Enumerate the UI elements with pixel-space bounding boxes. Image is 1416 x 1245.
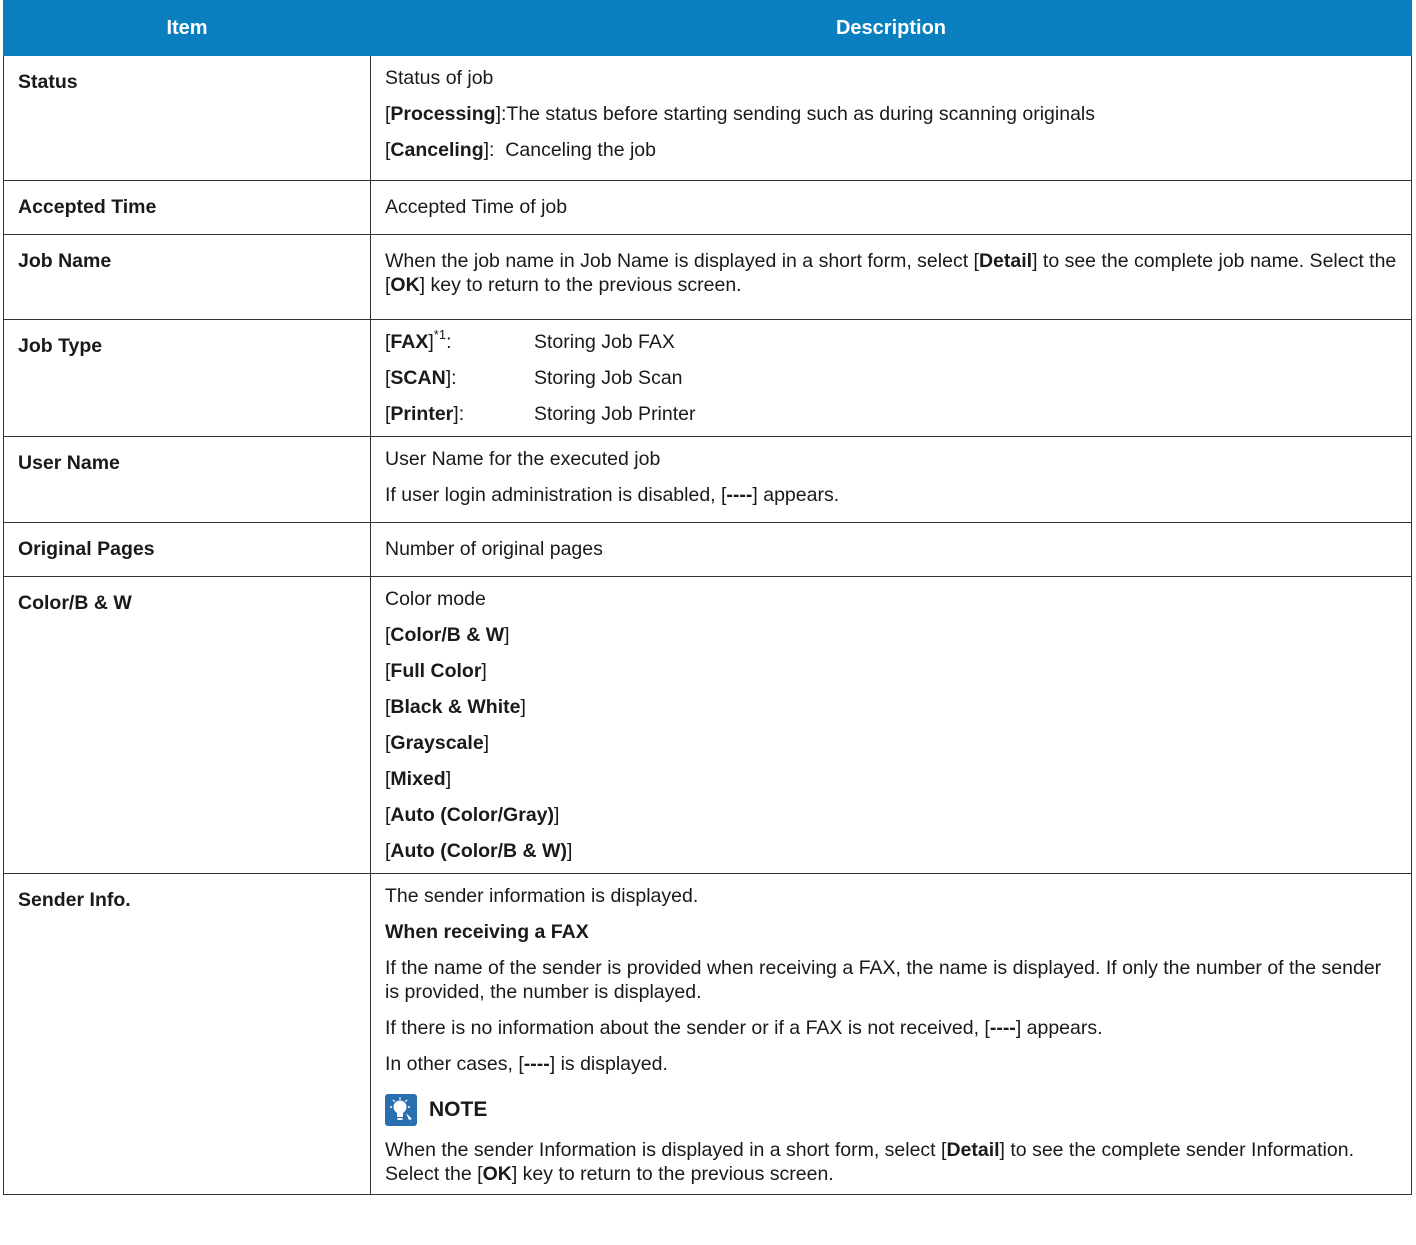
table-row: Sender Info. The sender information is d… bbox=[3, 873, 1412, 1195]
row-description: The sender information is displayed. Whe… bbox=[370, 873, 1412, 1195]
description-line: If user login administration is disabled… bbox=[385, 484, 840, 506]
row-label: User Name bbox=[3, 436, 371, 523]
description-line: [FAX]*1: Storing Job FAX bbox=[385, 326, 675, 354]
subheading: When receiving a FAX bbox=[385, 921, 589, 943]
table-row: Color/B & W Color mode [Color/B & W] [Fu… bbox=[3, 576, 1412, 874]
row-label: Accepted Time bbox=[3, 180, 371, 235]
row-label: Sender Info. bbox=[3, 873, 371, 1195]
row-description: Number of original pages bbox=[370, 522, 1412, 577]
description-line: Accepted Time of job bbox=[385, 196, 568, 218]
option-label: Processing bbox=[390, 103, 496, 125]
description-line: When the job name in Job Name is display… bbox=[385, 250, 1397, 296]
color-option: [Color/B & W] bbox=[385, 624, 510, 646]
row-description: When the job name in Job Name is display… bbox=[370, 234, 1412, 320]
color-option: [Mixed] bbox=[385, 768, 452, 790]
table-row: Status Status of job [Processing]:The st… bbox=[3, 55, 1412, 181]
note-label: NOTE bbox=[429, 1098, 488, 1121]
table-row: Job Name When the job name in Job Name i… bbox=[3, 234, 1412, 320]
table-row: User Name User Name for the executed job… bbox=[3, 436, 1412, 523]
row-label: Status bbox=[3, 55, 371, 181]
header-row: Item Description bbox=[3, 0, 1412, 56]
color-option: [Black & White] bbox=[385, 696, 526, 718]
color-option: [Auto (Color/Gray)] bbox=[385, 804, 560, 826]
description-line: If there is no information about the sen… bbox=[385, 1017, 1103, 1039]
table-row: Job Type [FAX]*1: Storing Job FAX [SCAN]:… bbox=[3, 319, 1412, 437]
row-description: User Name for the executed job If user l… bbox=[370, 436, 1412, 523]
option-label: Canceling bbox=[390, 139, 484, 161]
description-line: Status of job bbox=[385, 67, 494, 89]
note-heading: NOTE bbox=[385, 1094, 1397, 1126]
row-label: Job Name bbox=[3, 234, 371, 320]
description-line: If the name of the sender is provided wh… bbox=[385, 957, 1382, 1003]
table-row: Accepted Time Accepted Time of job bbox=[3, 180, 1412, 235]
table-row: Original Pages Number of original pages bbox=[3, 522, 1412, 577]
job-detail-table: Item Description Status Status of job [P… bbox=[3, 0, 1412, 1195]
color-option: [Grayscale] bbox=[385, 732, 490, 754]
item-column-header: Item bbox=[3, 0, 371, 56]
row-label: Original Pages bbox=[3, 522, 371, 577]
description-line: User Name for the executed job bbox=[385, 448, 661, 470]
row-description: Color mode [Color/B & W] [Full Color] [B… bbox=[370, 576, 1412, 874]
description-column-header: Description bbox=[370, 0, 1412, 56]
row-description: Accepted Time of job bbox=[370, 180, 1412, 235]
description-line: [SCAN]: Storing Job Scan bbox=[385, 367, 683, 389]
description-line: In other cases, [----] is displayed. bbox=[385, 1053, 668, 1075]
color-option: [Full Color] bbox=[385, 660, 487, 682]
row-description: [FAX]*1: Storing Job FAX [SCAN]: Storing J… bbox=[370, 319, 1412, 437]
description-line: [Printer]: Storing Job Printer bbox=[385, 403, 696, 425]
row-label: Job Type bbox=[3, 319, 371, 437]
row-description: Status of job [Processing]:The status be… bbox=[370, 55, 1412, 181]
note-text: When the sender Information is displayed… bbox=[385, 1139, 1354, 1185]
description-line: [Canceling]: Canceling the job bbox=[385, 139, 656, 161]
row-label: Color/B & W bbox=[3, 576, 371, 874]
color-option: [Auto (Color/B & W)] bbox=[385, 840, 573, 862]
description-line: The sender information is displayed. bbox=[385, 885, 699, 907]
description-line: [Processing]:The status before starting … bbox=[385, 103, 1096, 125]
description-line: Number of original pages bbox=[385, 538, 603, 560]
lightbulb-icon bbox=[385, 1094, 417, 1126]
description-line: Color mode bbox=[385, 588, 486, 610]
